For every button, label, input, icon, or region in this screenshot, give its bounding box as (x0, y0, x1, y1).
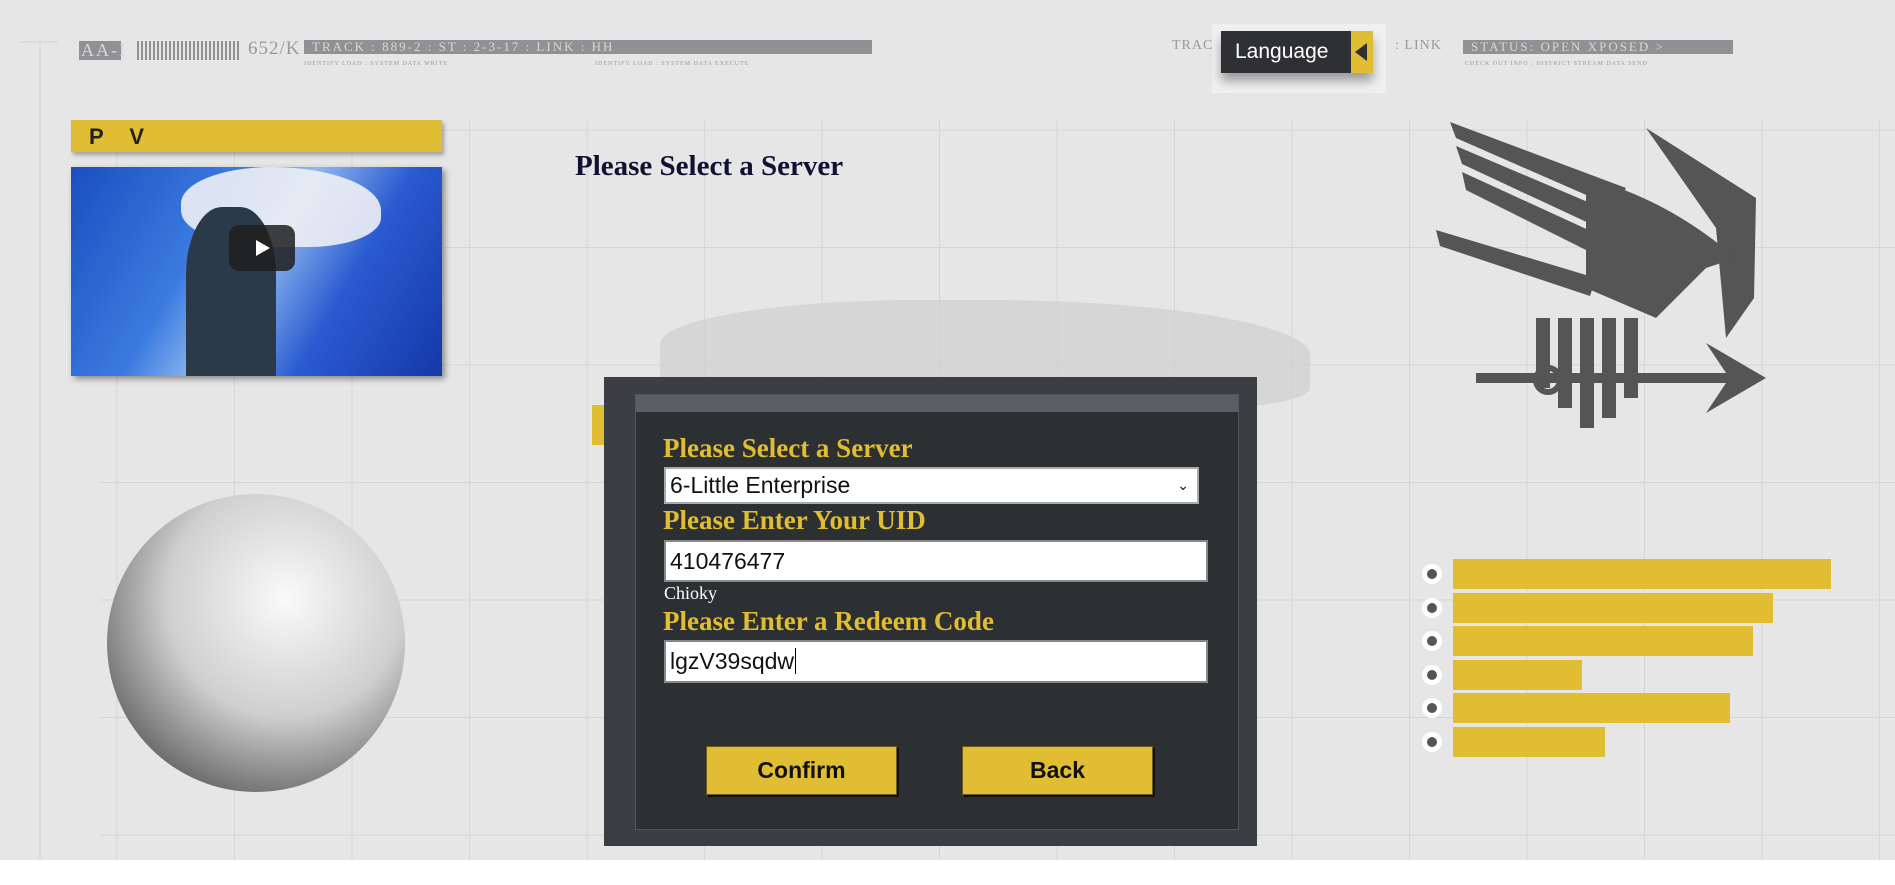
sub-left: IDENTIFY LOAD : SYSTEM DATA WRITE (304, 61, 449, 67)
eagle-logo-icon (1436, 122, 1766, 428)
form-top-bar (636, 395, 1238, 412)
decor-bar (1453, 727, 1606, 757)
background: AA-I 652/K TRACK : 889-2 : ST : 2-3-17 :… (0, 0, 1895, 860)
uid-input[interactable]: 410476477 (664, 540, 1208, 582)
pv-header: P V (71, 120, 442, 152)
decor-bar (1453, 559, 1832, 589)
pv-label: P V (89, 124, 155, 149)
redeem-code-input[interactable]: lgzV39sqdw (664, 640, 1208, 683)
chevron-down-icon: ⌄ (1177, 477, 1189, 493)
track-bar: TRACK : 889-2 : ST : 2-3-17 : LINK : HH (304, 40, 872, 54)
link-partial: : LINK (1395, 38, 1442, 53)
bullet-icon (1422, 564, 1442, 584)
uid-value: 410476477 (670, 548, 786, 574)
bullet-icon (1422, 597, 1442, 618)
header-counter: 652/K (248, 38, 301, 59)
redeem-form: Please Select a Server 6-Little Enterpri… (635, 394, 1239, 830)
bullet-icon (1422, 732, 1442, 752)
server-selected-value: 6-Little Enterprise (670, 472, 851, 498)
server-select[interactable]: 6-Little Enterprise ⌄ (664, 467, 1199, 504)
confirm-button[interactable]: Confirm (706, 746, 897, 795)
caret-left-icon (1351, 31, 1373, 73)
server-label: Please Select a Server (663, 433, 913, 463)
status-bar: STATUS: OPEN XPOSED > (1463, 40, 1733, 54)
language-label: Language (1235, 40, 1329, 63)
decor-bar (1453, 626, 1754, 657)
bullet-icon (1422, 664, 1442, 685)
header-code: AA-I (79, 40, 127, 60)
page-title: Please Select a Server (575, 150, 844, 182)
decor-bar (1453, 592, 1773, 623)
decor-bar (1453, 693, 1730, 724)
player-name: Chioky (664, 583, 718, 603)
decor-bar (1453, 659, 1582, 690)
redeem-code-label: Please Enter a Redeem Code (663, 606, 994, 636)
sub-mid: IDENTIFY LOAD : SYSTEM DATA EXECUTE (595, 61, 750, 67)
play-icon[interactable] (229, 225, 295, 271)
redeem-code-value: lgzV39sqdw (670, 648, 795, 674)
globe-decoration (107, 494, 405, 792)
language-button[interactable]: Language (1221, 31, 1373, 73)
barcode-decoration (137, 41, 239, 60)
pv-video[interactable] (71, 167, 442, 376)
back-button[interactable]: Back (962, 746, 1153, 795)
track-partial: TRAC (1172, 38, 1214, 53)
uid-label: Please Enter Your UID (663, 505, 926, 535)
sub-right: CHECK OUT INFO : DISTRICT STREAM DATA SE… (1465, 61, 1648, 67)
